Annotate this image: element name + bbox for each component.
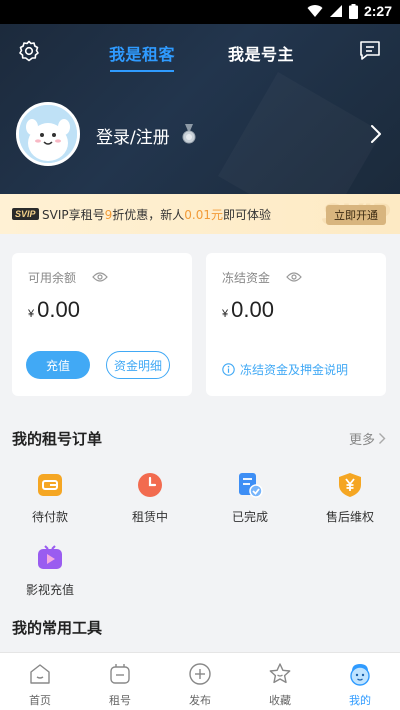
- frozen-funds-card: 冻结资金 ¥0.00 冻结资金及押金说明: [206, 253, 386, 396]
- frozen-funds-explanation-link[interactable]: 冻结资金及押金说明: [222, 361, 348, 378]
- frozen-funds-explanation-text: 冻结资金及押金说明: [240, 363, 349, 377]
- orders-section-title: 我的租号订单: [12, 430, 103, 448]
- nav-label: 首页: [29, 694, 51, 707]
- tab-renter[interactable]: 我是租客: [109, 41, 175, 65]
- message-button[interactable]: [358, 38, 382, 62]
- frozen-funds-amount: ¥0.00: [222, 297, 274, 323]
- status-bar: 2:27: [0, 0, 400, 24]
- clock-icon: [137, 472, 163, 498]
- order-label: 租赁中: [131, 510, 168, 524]
- eye-icon[interactable]: [92, 271, 108, 283]
- profile-icon: [350, 664, 370, 686]
- promo-text-mid: 折优惠，新人: [112, 208, 185, 222]
- more-label: 更多: [348, 433, 375, 448]
- activate-now-button[interactable]: 立即开通: [326, 205, 386, 225]
- fund-details-button[interactable]: 资金明细: [106, 351, 170, 379]
- order-pending-payment[interactable]: 待付款: [10, 472, 90, 525]
- promo-text-suffix: 即可体验: [223, 208, 272, 222]
- message-icon: [360, 41, 380, 60]
- order-completed[interactable]: 已完成: [210, 472, 290, 525]
- shield-yen-icon: [337, 472, 363, 498]
- plus-circle-icon: [189, 663, 211, 685]
- info-icon: [222, 363, 235, 376]
- chevron-right-icon: [379, 433, 386, 444]
- available-balance-value: 0.00: [37, 297, 80, 322]
- order-label: 待付款: [31, 510, 68, 524]
- avatar[interactable]: [16, 102, 80, 166]
- tools-section-title: 我的常用工具: [12, 619, 103, 637]
- order-label: 影视充值: [25, 583, 74, 597]
- gamepad-icon: [110, 664, 130, 684]
- available-balance-card: 可用余额 ¥0.00 充值 资金明细: [12, 253, 192, 396]
- frozen-funds-value: 0.00: [231, 297, 274, 322]
- currency-symbol: ¥: [28, 308, 35, 320]
- status-time: 2:27: [363, 3, 392, 19]
- wallet-icon: [37, 472, 63, 498]
- recharge-button[interactable]: 充值: [26, 351, 90, 379]
- svip-badge: SVIP: [12, 208, 39, 220]
- nav-mine[interactable]: 我的: [320, 653, 400, 710]
- promo-text: SVIP享租号9折优惠，新人0.01元即可体验: [42, 206, 271, 223]
- nav-label: 租号: [109, 694, 131, 707]
- order-label: 已完成: [231, 510, 268, 524]
- document-check-icon: [237, 472, 263, 498]
- bottom-navigation: 首页 租号 发布 收藏 我的: [0, 652, 400, 710]
- svip-promo-banner[interactable]: SVIP SVIP SVIP享租号9折优惠，新人0.01元即可体验 立即开通: [0, 194, 400, 234]
- order-video-recharge[interactable]: 影视充值: [10, 545, 90, 598]
- nav-publish[interactable]: 发布: [160, 653, 240, 710]
- cartoon-avatar-icon: [19, 105, 77, 163]
- medal-icon: [182, 124, 196, 144]
- promo-text-prefix: SVIP享租号: [42, 208, 105, 222]
- promo-price: 0.01元: [184, 208, 223, 222]
- chevron-right-icon[interactable]: [370, 124, 382, 144]
- profile-header: 我是租客 我是号主 登录/注册: [0, 24, 400, 194]
- nav-label: 我的: [349, 694, 371, 707]
- wifi-icon: [307, 5, 323, 18]
- nav-favorites[interactable]: 收藏: [240, 653, 320, 710]
- nav-rent[interactable]: 租号: [80, 653, 160, 710]
- order-after-sales[interactable]: 售后维权: [310, 472, 390, 525]
- star-icon: [269, 663, 291, 684]
- more-orders-link[interactable]: 更多: [349, 429, 386, 448]
- tab-owner[interactable]: 我是号主: [228, 41, 294, 65]
- login-register-link[interactable]: 登录/注册: [96, 123, 170, 148]
- settings-button[interactable]: [16, 38, 42, 64]
- nav-home[interactable]: 首页: [0, 653, 80, 710]
- active-tab-indicator: [110, 70, 174, 72]
- home-icon: [30, 664, 50, 684]
- order-renting[interactable]: 租赁中: [110, 472, 190, 525]
- available-balance-label: 可用余额: [28, 271, 77, 285]
- gear-icon: [19, 40, 39, 62]
- currency-symbol: ¥: [222, 308, 229, 320]
- tv-play-icon: [37, 545, 63, 571]
- eye-icon[interactable]: [286, 271, 302, 283]
- header-decoration: [218, 72, 382, 194]
- frozen-funds-label: 冻结资金: [222, 271, 271, 285]
- order-label: 售后维权: [325, 510, 374, 524]
- nav-label: 发布: [189, 694, 211, 707]
- battery-icon: [348, 3, 358, 19]
- nav-label: 收藏: [269, 694, 291, 707]
- status-icons: 2:27: [307, 3, 392, 19]
- available-balance-amount: ¥0.00: [28, 297, 80, 323]
- signal-icon: [329, 5, 342, 17]
